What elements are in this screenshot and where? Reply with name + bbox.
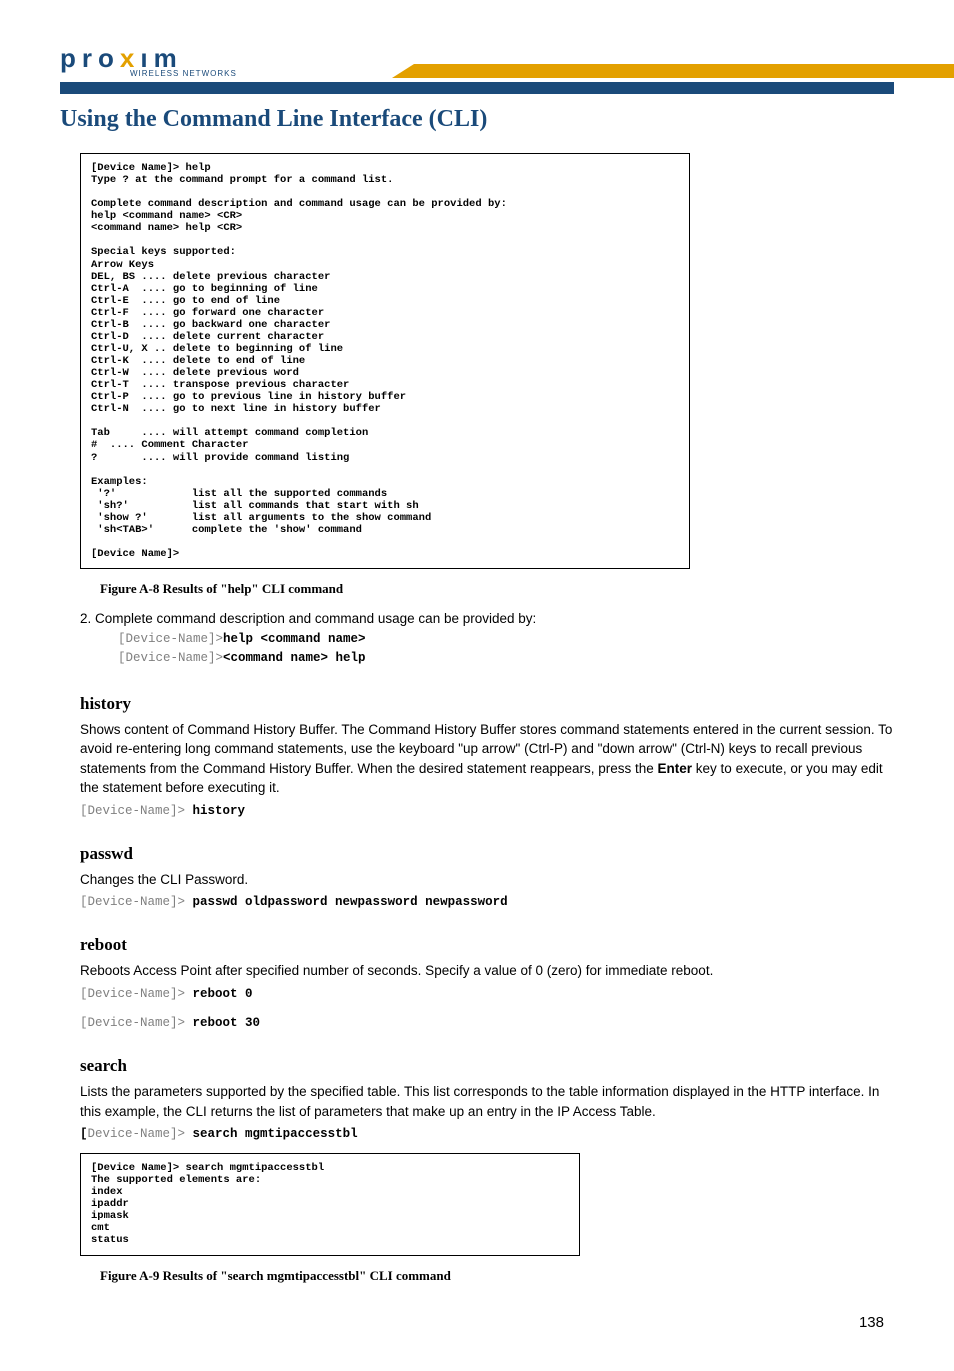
header-accent-stripe xyxy=(414,64,954,78)
heading-history: history xyxy=(80,694,894,714)
figure-caption-a8: Figure A-8 Results of "help" CLI command xyxy=(100,581,894,597)
page-content: [Device Name]> help Type ? at the comman… xyxy=(80,153,894,1284)
code-passwd: [Device-Name]> passwd oldpassword newpas… xyxy=(80,895,894,909)
para-history: Shows content of Command History Buffer.… xyxy=(80,720,894,798)
page-number: 138 xyxy=(60,1314,884,1331)
brand-tagline: WIRELESS NETWORKS xyxy=(130,69,237,78)
brand-logo: proxım xyxy=(60,45,237,71)
para-search: Lists the parameters supported by the sp… xyxy=(80,1082,894,1121)
step-2-text: 2. Complete command description and comm… xyxy=(80,611,894,626)
code-reboot-0: [Device-Name]> reboot 0 xyxy=(80,987,894,1001)
heading-reboot: reboot xyxy=(80,935,894,955)
code-reboot-30: [Device-Name]> reboot 30 xyxy=(80,1016,894,1030)
code-help-cmd-2: [Device-Name]><command name> help xyxy=(118,649,894,668)
para-passwd: Changes the CLI Password. xyxy=(80,870,894,890)
code-history: [Device-Name]> history xyxy=(80,804,894,818)
terminal-output-help: [Device Name]> help Type ? at the comman… xyxy=(80,153,690,569)
heading-passwd: passwd xyxy=(80,844,894,864)
figure-caption-a9: Figure A-9 Results of "search mgmtipacce… xyxy=(100,1268,894,1284)
code-search: [Device-Name]> search mgmtipaccesstbl xyxy=(80,1127,894,1141)
header-divider xyxy=(60,82,894,94)
terminal-output-search: [Device Name]> search mgmtipaccesstbl Th… xyxy=(80,1153,580,1255)
code-help-cmd-1: [Device-Name]>help <command name> xyxy=(118,630,894,649)
heading-search: search xyxy=(80,1056,894,1076)
page-title: Using the Command Line Interface (CLI) xyxy=(60,106,894,133)
para-reboot: Reboots Access Point after specified num… xyxy=(80,961,894,981)
page-header: proxım WIRELESS NETWORKS xyxy=(60,30,894,94)
